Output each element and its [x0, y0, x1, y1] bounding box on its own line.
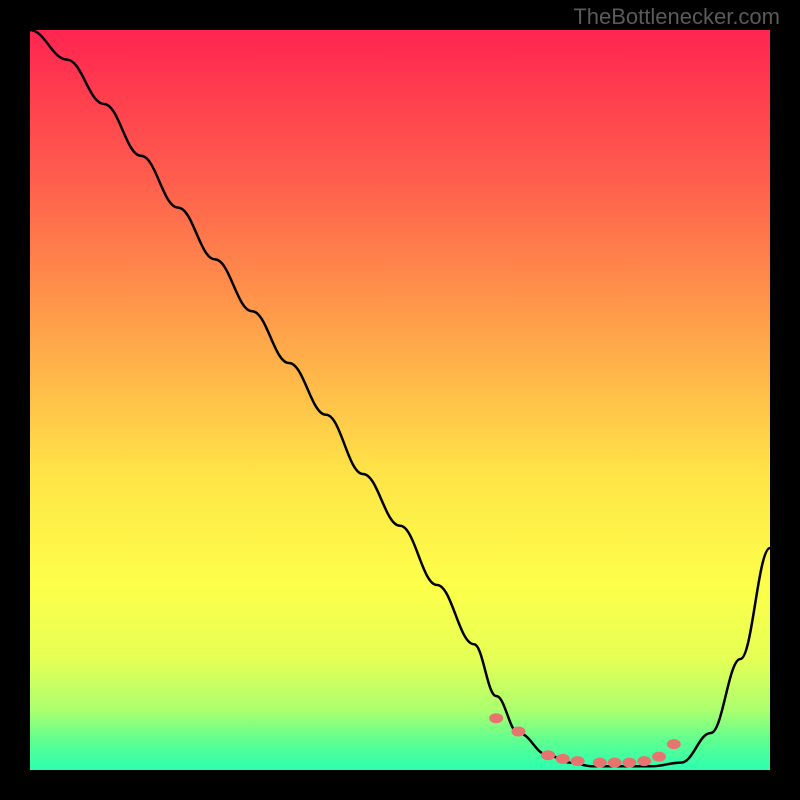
- marker-dot: [622, 758, 636, 768]
- marker-dot: [556, 754, 570, 764]
- plot-area: [30, 30, 770, 770]
- marker-dot: [667, 739, 681, 749]
- marker-dot: [652, 752, 666, 762]
- marker-dot: [511, 727, 525, 737]
- marker-dot: [571, 756, 585, 766]
- highlight-markers: [489, 713, 681, 767]
- watermark-text: TheBottlenecker.com: [573, 4, 780, 30]
- curve-layer: [30, 30, 770, 770]
- marker-dot: [489, 713, 503, 723]
- marker-dot: [637, 756, 651, 766]
- marker-dot: [541, 750, 555, 760]
- marker-dot: [608, 758, 622, 768]
- marker-dot: [593, 758, 607, 768]
- bottleneck-curve: [30, 30, 770, 766]
- chart-container: [0, 0, 800, 800]
